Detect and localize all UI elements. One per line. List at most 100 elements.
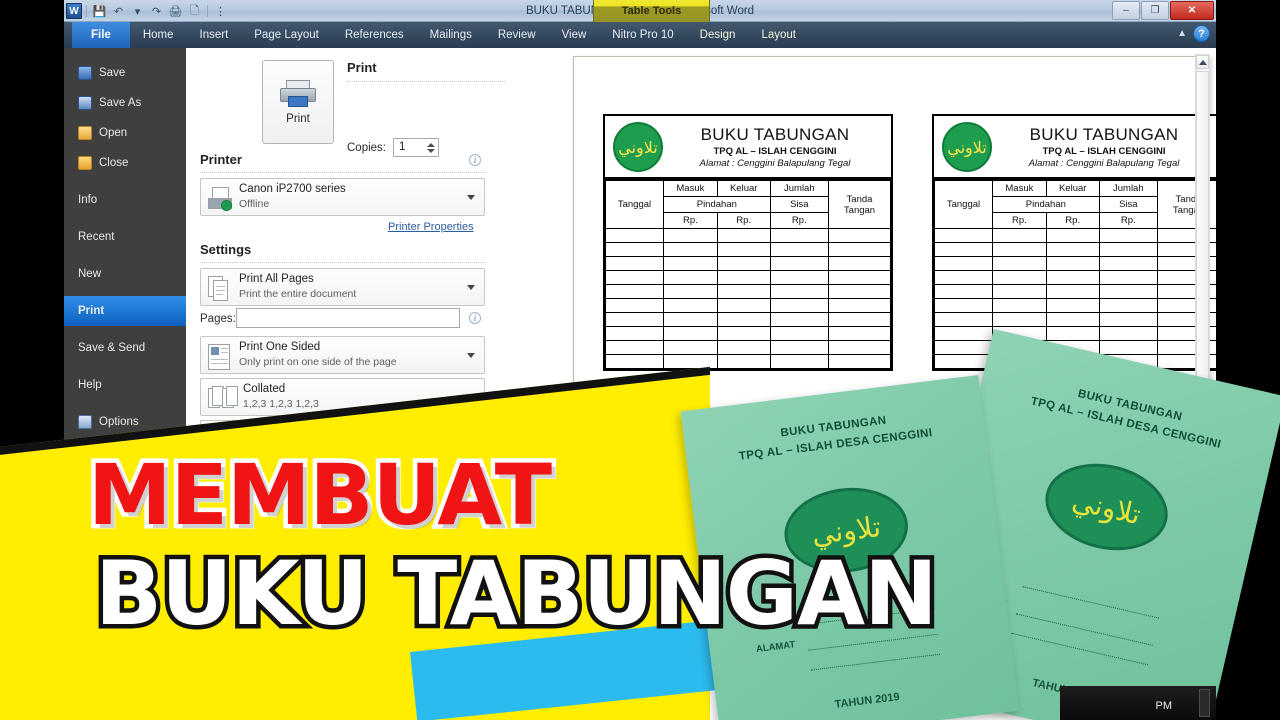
stepper-down-icon[interactable]: [426, 148, 435, 153]
backstage-item-open[interactable]: Open: [64, 118, 186, 148]
print-range-subtitle: Print the entire document: [239, 288, 357, 300]
print-heading: Print: [347, 60, 377, 75]
backstage-item-new[interactable]: New: [64, 259, 186, 289]
printer-heading: Printer: [200, 152, 242, 167]
backstage-item-label: Info: [78, 194, 98, 206]
print-sides-select[interactable]: Print One Sided Only print on one side o…: [200, 336, 485, 374]
backstage-item-save-as[interactable]: Save As: [64, 88, 186, 118]
card-subtitle: TPQ AL – ISLAH CENGGINI: [713, 146, 837, 157]
copies-arrows[interactable]: [426, 139, 435, 156]
table-row: [605, 312, 891, 327]
th-pindahan: Pindahan: [663, 196, 771, 213]
settings-heading: Settings: [200, 242, 252, 257]
table-tools-label: Table Tools: [621, 5, 682, 17]
chevron-down-icon[interactable]: [467, 353, 475, 358]
tab-insert[interactable]: Insert: [187, 22, 242, 48]
table-row: [934, 284, 1216, 299]
th-rp-sisa: Rp.: [769, 212, 830, 229]
table-row: [605, 298, 891, 313]
tab-review[interactable]: Review: [485, 22, 549, 48]
backstage-item-label: Save: [99, 67, 126, 79]
print-range-select[interactable]: Print All Pages Print the entire documen…: [200, 268, 485, 306]
tab-file[interactable]: File: [72, 22, 130, 48]
th-sisa: Sisa: [1098, 196, 1159, 213]
print-button-label: Print: [286, 113, 310, 125]
print-sides-subtitle: Only print on one side of the page: [239, 356, 397, 368]
chevron-down-icon[interactable]: [467, 195, 475, 200]
table-row: [605, 270, 891, 285]
scroll-thumb[interactable]: [1196, 71, 1209, 401]
thumbnail-headline-bottom: BUKU TABUNGAN: [91, 538, 943, 650]
printer-properties-link[interactable]: Printer Properties: [388, 221, 474, 233]
backstage-item-label: Save & Send: [78, 342, 146, 354]
backstage-item-save-and-send[interactable]: Save & Send: [64, 333, 186, 363]
backstage-item-label: Recent: [78, 231, 115, 243]
pages-info-icon[interactable]: i: [469, 312, 481, 324]
table-row: [605, 256, 891, 271]
printer-device-icon: [208, 186, 233, 214]
organization-logo: تلاوني: [942, 122, 992, 172]
savings-book-table-left: تلاوني BUKU TABUNGAN TPQ AL – ISLAH CENG…: [603, 114, 893, 371]
tab-page-layout[interactable]: Page Layout: [241, 22, 332, 48]
screenshot-stage: W 💾 ↶ ▾ ↷ 🖨 🗋 ⋮ BUKU TABUNGAN DALAM - Mi…: [0, 0, 1280, 720]
tab-mailings[interactable]: Mailings: [417, 22, 485, 48]
backstage-item-label: Options: [99, 416, 139, 428]
logo-arabic-text: تلاوني: [618, 137, 658, 157]
th-rp-masuk: Rp.: [992, 212, 1047, 229]
printer-status: Offline: [239, 198, 270, 210]
table-row: [934, 270, 1216, 285]
show-desktop-button[interactable]: [1199, 689, 1210, 717]
tab-references[interactable]: References: [332, 22, 417, 48]
tab-design[interactable]: Design: [687, 22, 749, 48]
tab-view[interactable]: View: [549, 22, 600, 48]
help-icon[interactable]: ?: [1193, 25, 1210, 42]
copies-row: Copies: 1: [347, 138, 439, 157]
th-rp-keluar: Rp.: [1045, 212, 1100, 229]
window-controls[interactable]: – ❐ ✕: [1112, 1, 1214, 20]
backstage-item-label: Close: [99, 157, 129, 169]
backstage-item-recent[interactable]: Recent: [64, 222, 186, 252]
backstage-item-save[interactable]: Save: [64, 58, 186, 88]
book-year: TAHUN 2019: [834, 691, 901, 711]
th-tanda-tangan: Tanda Tangan: [828, 180, 891, 229]
one-sided-icon: [208, 344, 233, 372]
backstage-item-print[interactable]: Print: [64, 296, 193, 326]
th-masuk: Masuk: [992, 180, 1047, 197]
chevron-down-icon[interactable]: [467, 285, 475, 290]
maximize-button[interactable]: ❐: [1141, 1, 1169, 20]
printer-select[interactable]: Canon iP2700 series Offline: [200, 178, 485, 216]
ribbon-tabs[interactable]: File Home Insert Page Layout References …: [72, 22, 809, 48]
th-rp-keluar: Rp.: [716, 212, 771, 229]
folder-close-icon: [78, 156, 92, 170]
th-tanda: Tanda: [846, 193, 873, 205]
printer-icon: [279, 79, 317, 109]
card-title: BUKU TABUNGAN: [700, 125, 850, 144]
table-row: [605, 284, 891, 299]
minimize-button[interactable]: –: [1112, 1, 1140, 20]
print-button[interactable]: Print: [262, 60, 334, 144]
taskbar-clock[interactable]: PM: [1156, 700, 1173, 712]
print-sides-title: Print One Sided: [239, 341, 321, 353]
printer-info-icon[interactable]: i: [469, 154, 481, 166]
card-header: تلاوني BUKU TABUNGAN TPQ AL – ISLAH CENG…: [605, 116, 891, 180]
th-rp-sisa: Rp.: [1098, 212, 1159, 229]
ribbon-right-controls[interactable]: ▲ ?: [1177, 25, 1210, 42]
tab-layout[interactable]: Layout: [748, 22, 809, 48]
card-titles: BUKU TABUNGAN TPQ AL – ISLAH CENGGINI Al…: [992, 125, 1214, 169]
pages-input[interactable]: [236, 308, 460, 328]
backstage-item-close[interactable]: Close: [64, 148, 186, 178]
stepper-up-icon[interactable]: [426, 142, 435, 147]
print-range-title: Print All Pages: [239, 273, 314, 285]
close-button[interactable]: ✕: [1170, 1, 1214, 20]
backstage-item-info[interactable]: Info: [64, 185, 186, 215]
scroll-up-button[interactable]: [1196, 55, 1209, 69]
pages-stack-icon: [208, 276, 233, 304]
table-row: [934, 312, 1216, 327]
copies-stepper[interactable]: 1: [393, 138, 439, 157]
savings-table: Tanggal Masuk Keluar Jumlah Tanda Tangan: [605, 180, 891, 369]
table-row-header-1: Tanggal Masuk Keluar Jumlah Tanda Tangan: [934, 180, 1216, 229]
tab-nitro-pro-10[interactable]: Nitro Pro 10: [599, 22, 686, 48]
backstage-item-help[interactable]: Help: [64, 370, 186, 400]
tab-home[interactable]: Home: [130, 22, 187, 48]
collapse-ribbon-icon[interactable]: ▲: [1177, 28, 1187, 39]
